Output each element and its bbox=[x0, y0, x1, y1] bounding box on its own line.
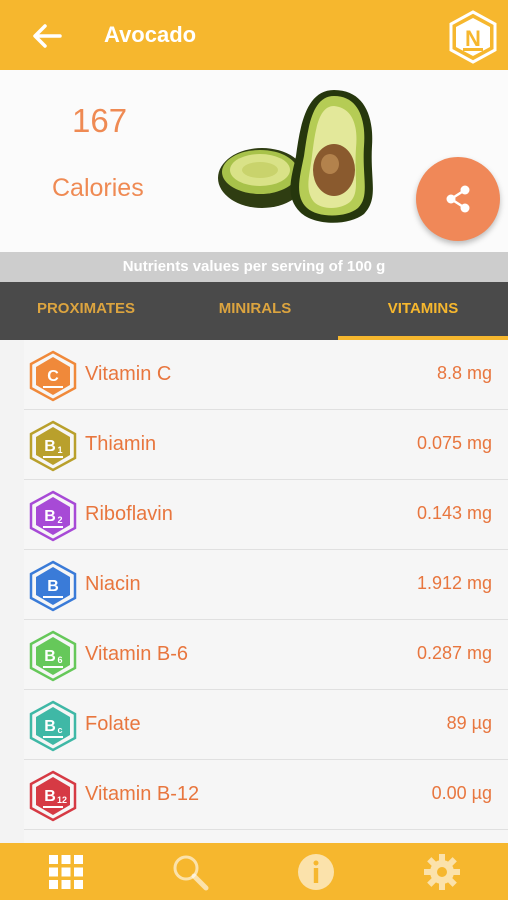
app-bar: Avocado N bbox=[0, 0, 508, 70]
vitamin-list[interactable]: C Vitamin C 8.8 mg B 1 Thiamin 0.075 mg B 2 Ribof… bbox=[24, 340, 508, 843]
settings-icon[interactable] bbox=[422, 852, 462, 892]
vitamin-badge-sub: c bbox=[57, 725, 62, 735]
vitamin-badge-letter: C bbox=[47, 368, 59, 385]
serving-info: Nutrients values per serving of 100 g bbox=[0, 252, 508, 282]
vitamin-row[interactable]: B 12 Vitamin B-12 0.00 µg bbox=[24, 760, 508, 830]
info-icon[interactable] bbox=[296, 852, 336, 892]
vitamin-badge-icon: B6 bbox=[29, 630, 77, 682]
vitamin-badge-letter: B bbox=[47, 578, 59, 595]
vitamin-name: Vitamin B-12 bbox=[85, 783, 200, 805]
vitamin-row[interactable]: B 2 Riboflavin 0.143 mg bbox=[24, 480, 508, 550]
logo-letter: N bbox=[465, 26, 481, 51]
vitamin-value: 1.912 mg bbox=[416, 573, 492, 593]
vitamin-row[interactable]: C Vitamin C 8.8 mg bbox=[24, 340, 508, 410]
vitamin-badge-sub: 2 bbox=[57, 515, 62, 525]
vitamin-badge-letter: B bbox=[44, 788, 56, 805]
vitamin-name: Vitamin C bbox=[85, 363, 172, 385]
vitamin-value: 0.143 mg bbox=[416, 503, 492, 523]
vitamin-name: Folate bbox=[85, 713, 141, 735]
search-icon[interactable] bbox=[170, 852, 210, 892]
vitamin-badge-letter: B bbox=[44, 718, 56, 735]
vitamin-name: Niacin bbox=[85, 573, 141, 595]
share-button[interactable] bbox=[416, 157, 500, 241]
calories-label: Calories bbox=[52, 174, 144, 202]
grid-icon[interactable] bbox=[46, 852, 86, 892]
back-arrow-icon[interactable] bbox=[30, 20, 64, 52]
vitamin-badge-letter: B bbox=[44, 648, 56, 665]
vitamin-row[interactable]: Bc Folate 89 µg bbox=[24, 690, 508, 760]
tab-minerals[interactable]: MINIRALS bbox=[172, 282, 338, 340]
vitamin-badge-icon: C bbox=[29, 350, 77, 402]
vitamin-badge-icon: B 12 bbox=[29, 770, 77, 822]
vitamin-row[interactable]: B 6 Vitamin B-6 0.287 mg bbox=[24, 620, 508, 690]
vitamin-badge-sub: 12 bbox=[57, 795, 67, 805]
share-icon bbox=[446, 185, 470, 213]
vitamin-value: 8.8 mg bbox=[436, 363, 492, 383]
vitamin-badge-sub: 6 bbox=[57, 655, 62, 665]
vitamin-badge-icon: B1 bbox=[29, 420, 77, 472]
avocado-image bbox=[218, 90, 373, 223]
vitamin-badge-letter: B bbox=[44, 508, 56, 525]
vitamin-value: 0.287 mg bbox=[416, 643, 492, 663]
app-logo-icon[interactable]: N bbox=[448, 10, 498, 64]
tab-proximates[interactable]: PROXIMATES bbox=[0, 282, 172, 340]
vitamin-row[interactable]: B 1 Thiamin 0.075 mg bbox=[24, 410, 508, 480]
vitamin-name: Riboflavin bbox=[85, 503, 173, 525]
vitamin-badge-icon: B2 bbox=[29, 490, 77, 542]
vitamin-value: 0.00 µg bbox=[431, 783, 492, 803]
food-hero: 167 Calories bbox=[0, 70, 508, 252]
vitamin-badge-icon: B bbox=[29, 560, 77, 612]
page-title: Avocado bbox=[104, 22, 197, 47]
vitamin-row[interactable]: B Niacin 1.912 mg bbox=[24, 550, 508, 620]
vitamin-value: 0.075 mg bbox=[416, 433, 492, 453]
bottom-nav bbox=[0, 843, 508, 900]
vitamin-name: Vitamin B-6 bbox=[85, 643, 189, 665]
vitamin-badge-icon: Bc bbox=[29, 700, 77, 752]
vitamin-value: 89 µg bbox=[446, 713, 492, 733]
calories-value: 167 bbox=[72, 102, 128, 139]
vitamin-badge-sub: 1 bbox=[57, 445, 62, 455]
vitamin-row-partial[interactable] bbox=[24, 830, 508, 843]
vitamin-badge-letter: B bbox=[44, 438, 56, 455]
tab-vitamins[interactable]: VITAMINS bbox=[338, 282, 508, 340]
nutrient-tabs: PROXIMATES MINIRALS VITAMINS bbox=[0, 282, 508, 340]
vitamin-name: Thiamin bbox=[85, 433, 157, 455]
